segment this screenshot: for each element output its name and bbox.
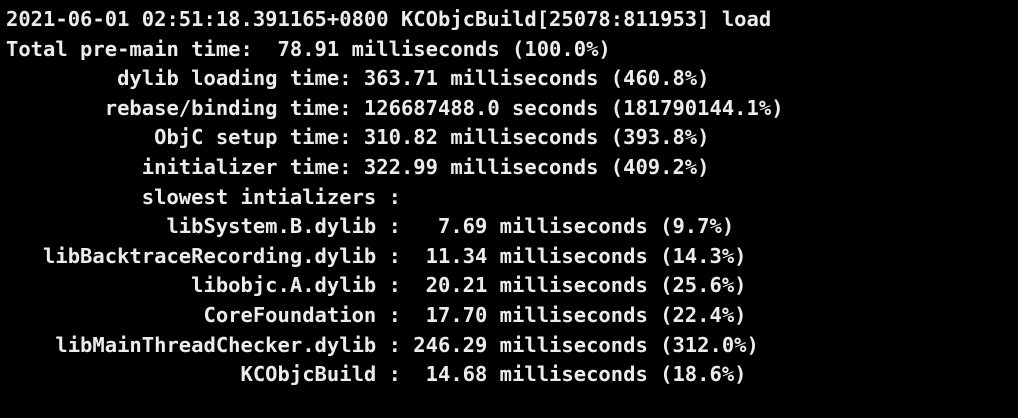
- initializer-kcobjcbuild: KCObjcBuild : 14.68 milliseconds (18.6%): [6, 362, 747, 387]
- initializer-libobjc: libobjc.A.dylib : 20.21 milliseconds (25…: [6, 273, 747, 298]
- initializer-time: initializer time: 322.99 milliseconds (4…: [6, 154, 710, 179]
- rebase-binding-time: rebase/binding time: 126687488.0 seconds…: [6, 95, 784, 120]
- initializer-libsystem: libSystem.B.dylib : 7.69 milliseconds (9…: [6, 214, 735, 239]
- log-line-load: 2021-06-01 02:51:18.391165+0800 KCObjcBu…: [6, 7, 772, 31]
- total-pre-main-time: Total pre-main time: 78.91 milliseconds …: [6, 36, 611, 61]
- objc-setup-time: ObjC setup time: 310.82 milliseconds (39…: [6, 125, 710, 150]
- initializer-corefoundation: CoreFoundation : 17.70 milliseconds (22.…: [6, 302, 747, 327]
- slowest-initializers-header: slowest intializers :: [6, 184, 401, 209]
- terminal-output[interactable]: 2021-06-01 02:51:18.391165+0800 KCObjcBu…: [0, 0, 1018, 418]
- initializer-libbacktracerecording: libBacktraceRecording.dylib : 11.34 mill…: [6, 243, 747, 268]
- initializer-libmainthreadchecker: libMainThreadChecker.dylib : 246.29 mill…: [6, 332, 759, 357]
- dylib-loading-time: dylib loading time: 363.71 milliseconds …: [6, 66, 710, 91]
